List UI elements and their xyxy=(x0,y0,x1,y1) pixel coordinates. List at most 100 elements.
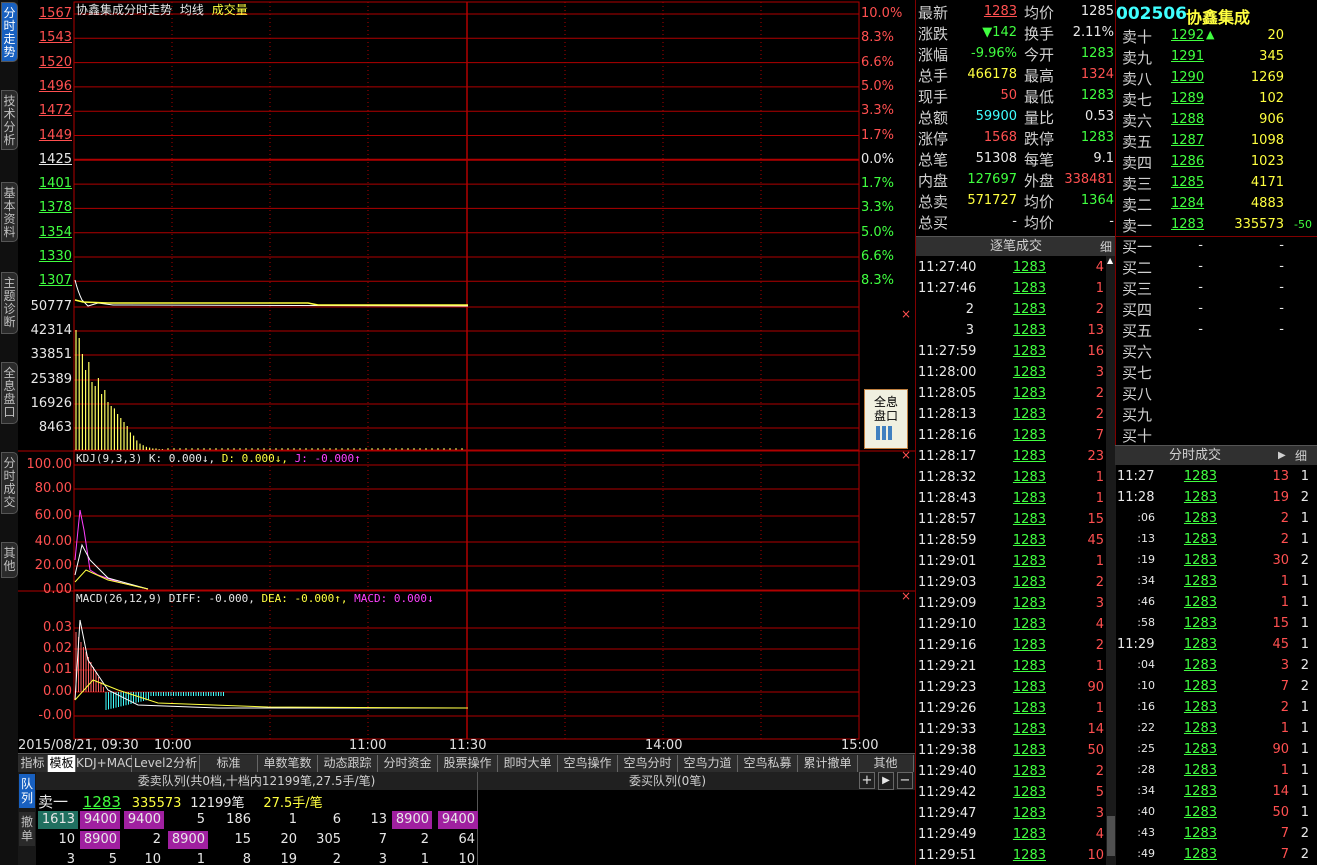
minute-deal-price: 1283 xyxy=(1183,679,1217,694)
indicator-tab[interactable]: 标准 xyxy=(200,755,258,772)
kdj-j-line xyxy=(74,509,149,590)
intraday-chart[interactable]: 协鑫集成分时走势 均线 成交量 1567 1543 1520 1496 1472 1449… xyxy=(18,0,915,757)
buy-level-volume: - xyxy=(1279,259,1284,274)
price-tick: 1330 xyxy=(38,249,72,264)
indicator-tab[interactable]: 动态跟踪 xyxy=(318,755,378,772)
deal-price: 1283 xyxy=(1012,659,1046,674)
minute-deal-price: 1283 xyxy=(1183,805,1217,820)
tab-minute-deals[interactable]: 分时成交 xyxy=(1,452,18,514)
buy-level-label: 买九 xyxy=(1122,406,1153,424)
tab-full-quote[interactable]: 全息盘口 xyxy=(1,362,18,424)
queue-cell: 10 xyxy=(58,832,75,847)
tab-cancel[interactable]: 撤单 xyxy=(19,812,35,846)
tab-technical[interactable]: 技术分析 xyxy=(1,90,18,150)
indicator-tab[interactable]: 即时大单 xyxy=(498,755,558,772)
indicator-tab[interactable]: Level2分析 xyxy=(132,755,200,772)
avg-line-label: 均线 xyxy=(179,3,204,17)
indicator-tab[interactable]: 模板 xyxy=(48,755,76,772)
deal-time: 11:29:49 xyxy=(918,827,977,842)
minute-deal-row: :43 1283 7 2 xyxy=(1115,823,1317,844)
sell-one-count: 12199笔 xyxy=(190,796,245,811)
indicator-tab[interactable]: 累计撤单 xyxy=(798,755,858,772)
deal-row: 2 1283 2 xyxy=(916,299,1106,320)
play-icon[interactable]: ▶ xyxy=(878,772,894,790)
minute-deal-count: 1 xyxy=(1300,616,1309,631)
minute-deal-price: 1283 xyxy=(1183,574,1217,589)
deal-price: 1283 xyxy=(1012,617,1046,632)
minute-deal-volume: 2 xyxy=(1280,700,1289,715)
close-kdj-pane-icon[interactable]: × xyxy=(901,448,911,462)
minute-deal-price: 1283 xyxy=(1183,826,1217,841)
close-volume-pane-icon[interactable]: × xyxy=(901,307,911,321)
full-quote-button[interactable]: 全息盘口 xyxy=(864,389,908,449)
deal-price: 1283 xyxy=(1012,533,1046,548)
scroll-thumb[interactable] xyxy=(1107,816,1115,856)
queue-cell: 3 xyxy=(378,852,387,865)
indicator-tab[interactable]: 其他 xyxy=(858,755,914,772)
queue-cell: 9400 xyxy=(438,811,478,829)
volume-tick: 8463 xyxy=(38,420,72,435)
queue-cell: 20 xyxy=(280,832,297,847)
buy-level-label: 买十 xyxy=(1122,427,1153,445)
minus-icon[interactable]: − xyxy=(897,772,913,789)
tab-queue[interactable]: 队列 xyxy=(19,774,35,808)
add-icon[interactable]: + xyxy=(859,772,875,789)
minute-deal-row: :13 1283 2 1 xyxy=(1115,529,1317,550)
minute-deals-detail-button[interactable]: 细 xyxy=(1295,446,1307,466)
kdj-tick: 100.00 xyxy=(26,457,73,472)
macd-title: MACD(26,12,9) xyxy=(76,592,163,605)
indicator-tab[interactable]: 空鸟操作 xyxy=(558,755,618,772)
indicator-tab[interactable]: 空鸟分时 xyxy=(618,755,678,772)
indicator-tab[interactable]: KDJ+MACD xyxy=(76,755,143,772)
quote-value: 338481 xyxy=(1064,172,1114,187)
tab-fundamentals[interactable]: 基本资料 xyxy=(1,182,18,242)
sell-one-label: 卖一 xyxy=(38,793,69,811)
minute-deal-row: :25 1283 90 1 xyxy=(1115,739,1317,760)
tab-diagnosis[interactable]: 主题诊断 xyxy=(1,272,18,334)
scroll-up-icon[interactable]: ▲ xyxy=(1107,256,1113,265)
price-tick: 1354 xyxy=(38,224,72,240)
macd-tick: 0.00 xyxy=(43,684,72,699)
tick-deals-detail-button[interactable]: 细 xyxy=(1100,237,1112,257)
indicator-tab[interactable]: 单数笔数 xyxy=(258,755,318,772)
price-tick: 1425 xyxy=(38,151,72,167)
tab-other[interactable]: 其他 xyxy=(1,542,18,578)
minute-deal-time: :40 xyxy=(1137,805,1155,818)
deal-volume: 2 xyxy=(1095,638,1104,653)
price-tick: 1307 xyxy=(38,273,72,289)
deal-row: 3 1283 13 xyxy=(916,320,1106,341)
sell-level-label: 卖七 xyxy=(1122,91,1153,109)
minute-deal-count: 1 xyxy=(1300,700,1309,715)
minute-deal-count: 1 xyxy=(1300,763,1309,778)
buy-level-label: 买八 xyxy=(1122,385,1153,403)
price-tick: 1472 xyxy=(38,103,72,119)
quote-value: 0.53 xyxy=(1085,109,1114,124)
deal-row: 11:27:46 1283 1 xyxy=(916,278,1106,299)
deal-row: 11:29:33 1283 14 xyxy=(916,719,1106,740)
macd-value: MACD: 0.000↓ xyxy=(354,592,434,605)
queue-cell: 1 xyxy=(420,852,429,865)
close-macd-pane-icon[interactable]: × xyxy=(901,589,911,603)
minute-deal-row: 11:28 1283 19 2 xyxy=(1115,487,1317,508)
indicator-tab[interactable]: 股票操作 xyxy=(438,755,498,772)
minute-deal-row: :49 1283 7 2 xyxy=(1115,844,1317,865)
queue-cell: 10 xyxy=(144,852,161,865)
deal-time: 2 xyxy=(965,302,974,317)
queue-cell: 9400 xyxy=(80,811,120,829)
indicator-tab[interactable]: 指标 xyxy=(18,755,48,772)
sell-level-price: 1283 xyxy=(1171,217,1205,232)
expand-icon[interactable]: ▶ xyxy=(1278,446,1286,466)
kdj-j-value: J: -0.000↑ xyxy=(294,452,361,465)
minute-deal-time: 11:27 xyxy=(1117,469,1155,484)
queue-cell: 9400 xyxy=(124,811,164,829)
kdj-tick: 0.00 xyxy=(43,582,72,597)
indicator-tab[interactable]: 空鸟私募 xyxy=(738,755,798,772)
indicator-tab[interactable]: 空鸟力道 xyxy=(678,755,738,772)
deal-time: 11:29:16 xyxy=(918,638,977,653)
indicator-tab[interactable]: 分时资金 xyxy=(378,755,438,772)
sell-level-change: -50 xyxy=(1294,218,1312,231)
minute-deal-price: 1283 xyxy=(1183,469,1217,484)
deal-time: 11:27:59 xyxy=(918,344,977,359)
tab-intraday[interactable]: 分时走势 xyxy=(1,2,18,62)
sell-one-price: 1283 xyxy=(82,793,121,811)
